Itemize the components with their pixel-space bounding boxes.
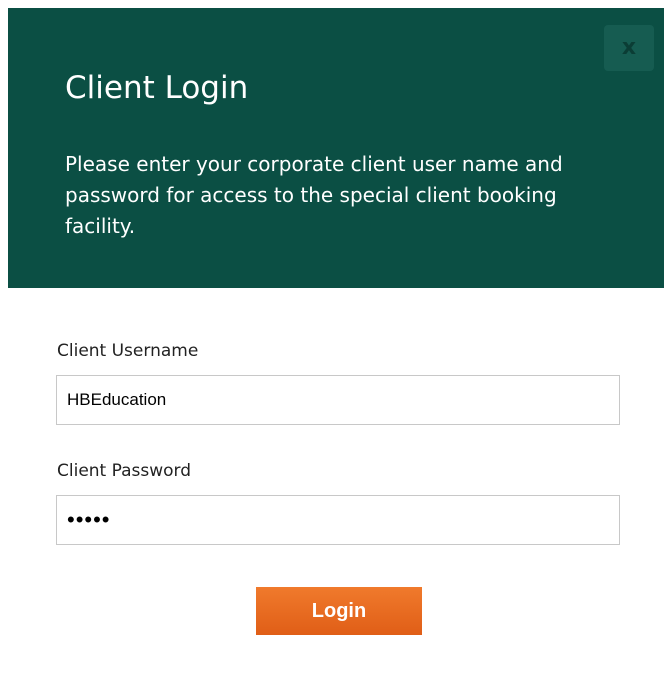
close-icon: x: [621, 35, 637, 60]
login-button[interactable]: Login: [256, 587, 422, 635]
dialog-header: Client Login Please enter your corporate…: [8, 8, 664, 288]
client-login-dialog: Client Login Please enter your corporate…: [0, 0, 664, 677]
dialog-title: Client Login: [65, 70, 249, 106]
password-label: Client Password: [57, 461, 192, 481]
username-input[interactable]: [56, 375, 620, 425]
password-input[interactable]: [56, 495, 620, 545]
username-label: Client Username: [57, 341, 199, 361]
dialog-description: Please enter your corporate client user …: [65, 152, 563, 238]
close-button[interactable]: x: [604, 25, 654, 71]
